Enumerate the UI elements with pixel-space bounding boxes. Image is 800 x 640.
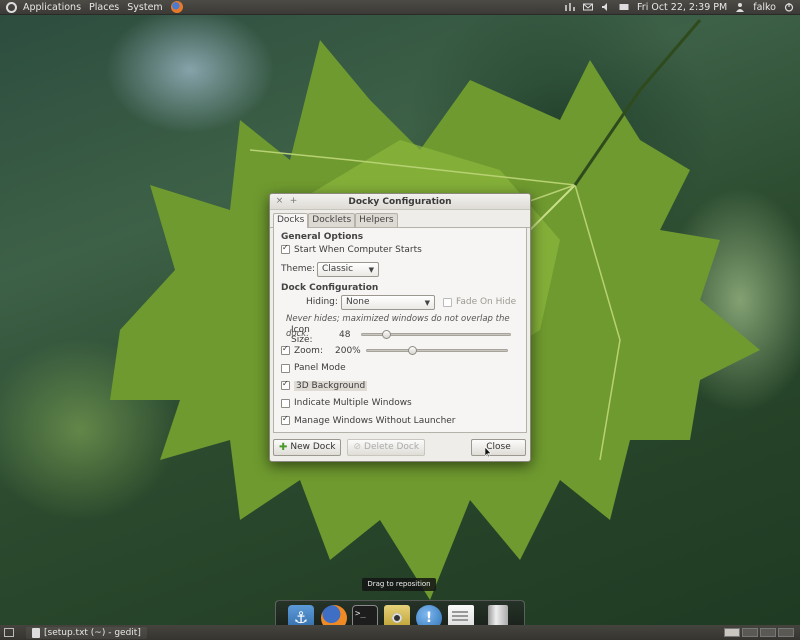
start-checkbox[interactable] [281, 243, 290, 254]
zoom-slider[interactable] [366, 346, 508, 356]
icon-size-value: 48 [339, 329, 351, 340]
hiding-value: None [346, 297, 370, 307]
icon-size-slider-knob[interactable] [382, 330, 392, 339]
start-option-row[interactable]: Start When Computer Starts [281, 243, 519, 256]
workspace-2[interactable] [742, 628, 758, 637]
menu-system[interactable]: System [123, 2, 166, 13]
icon-size-slider[interactable] [361, 330, 511, 339]
zoom-value: 200% [335, 345, 361, 356]
delete-dock-label: Delete Dock [364, 442, 420, 452]
general-options-header: General Options [281, 232, 364, 242]
workspace-4[interactable] [778, 628, 794, 637]
hiding-select[interactable]: None ▼ [341, 294, 435, 310]
top-panel: Applications Places System Fri Oct 22, 2… [0, 0, 800, 15]
menu-applications[interactable]: Applications [19, 2, 85, 13]
delete-dock-button[interactable]: ⊘ Delete Dock [347, 438, 426, 456]
start-label: Start When Computer Starts [294, 244, 422, 255]
indicator-area: Fri Oct 22, 2:39 PM falko [565, 2, 800, 13]
tab-bar: Docks Docklets Helpers [270, 210, 530, 228]
power-icon[interactable] [784, 2, 794, 12]
tab-docks[interactable]: Docks [273, 213, 309, 228]
fade-on-hide-checkbox[interactable] [443, 297, 452, 307]
docks-tab-panel: General Options Start When Computer Star… [273, 228, 527, 433]
network-icon[interactable] [565, 2, 575, 12]
fade-on-hide-label: Fade On Hide [456, 297, 517, 307]
mail-icon[interactable] [583, 2, 594, 12]
dock-option-row[interactable]: Indicate Multiple Windows [281, 395, 519, 413]
dock-option-row[interactable]: Manage Windows Without Launcher [281, 412, 519, 430]
dock-option-label: 3D Background [294, 380, 368, 391]
zoom-checkbox[interactable] [281, 344, 290, 356]
theme-value: Classic [322, 264, 354, 274]
tab-helpers[interactable]: Helpers [355, 213, 398, 227]
firefox-launcher-icon[interactable] [170, 1, 183, 13]
dock-option-row[interactable]: 3D Background [281, 377, 519, 395]
volume-icon[interactable] [601, 2, 611, 12]
mouse-cursor-icon [485, 447, 491, 457]
docky-configuration-dialog: × + Docky Configuration Docks Docklets H… [269, 193, 531, 462]
icon-size-row: Icon Size: 48 [281, 324, 519, 345]
dock-option-label: Panel Mode [294, 363, 346, 374]
tab-docklets[interactable]: Docklets [308, 213, 356, 227]
zoom-label: Zoom: [294, 345, 323, 356]
add-icon: ✚ [279, 441, 288, 453]
show-desktop-icon[interactable] [4, 628, 14, 637]
dock-tooltip: Drag to reposition [362, 578, 436, 591]
chevron-down-icon: ▼ [368, 265, 374, 274]
workspace-1[interactable] [724, 628, 740, 637]
dock-option-label: Manage Windows Without Launcher [294, 415, 456, 426]
dialog-titlebar[interactable]: × + Docky Configuration [270, 194, 530, 210]
close-icon[interactable]: × [275, 197, 284, 206]
clock[interactable]: Fri Oct 22, 2:39 PM [637, 2, 727, 13]
dock-option-checkbox[interactable] [281, 398, 290, 408]
zoom-slider-knob[interactable] [408, 346, 418, 356]
dock-configuration-header: Dock Configuration [281, 283, 379, 293]
workspace-3[interactable] [760, 628, 776, 637]
user-icon[interactable] [735, 2, 745, 12]
dialog-title: Docky Configuration [348, 196, 452, 207]
dock-option-checkbox[interactable] [281, 363, 290, 373]
dock-option-checkbox[interactable] [281, 414, 290, 426]
new-dock-label: New Dock [290, 442, 336, 452]
menu-places[interactable]: Places [85, 2, 123, 13]
theme-row: Theme: Classic ▼ [281, 256, 519, 282]
taskbar-window-button[interactable]: [setup.txt (~) - gedit] [26, 626, 147, 639]
new-dock-button[interactable]: ✚ New Dock [273, 438, 342, 456]
dock-options-list: Panel Mode 3D Background Indicate Multiple… [281, 360, 519, 430]
dock-option-label: Indicate Multiple Windows [294, 398, 412, 409]
zoom-row: Zoom: 200% [281, 342, 519, 360]
hiding-label: Hiding: [306, 297, 338, 307]
close-button[interactable]: Close [471, 438, 526, 456]
workspace-switcher [724, 628, 794, 637]
icon-size-label: Icon Size: [291, 324, 313, 345]
theme-label: Theme: [281, 264, 316, 274]
document-icon [32, 627, 40, 638]
ubuntu-logo-icon[interactable] [6, 1, 17, 13]
mail-indicator-icon[interactable] [619, 2, 629, 12]
dock-option-checkbox[interactable] [281, 379, 290, 391]
chevron-down-icon: ▼ [424, 298, 430, 307]
hiding-row: Hiding: None ▼ Fade On Hide [281, 294, 519, 310]
theme-select[interactable]: Classic ▼ [317, 261, 379, 277]
maximize-icon[interactable]: + [289, 197, 298, 206]
bottom-panel: [setup.txt (~) - gedit] [0, 625, 800, 640]
username[interactable]: falko [753, 2, 776, 13]
dock-option-row[interactable]: Panel Mode [281, 360, 519, 378]
taskbar-window-title: [setup.txt (~) - gedit] [44, 627, 141, 638]
delete-icon: ⊘ [353, 442, 362, 452]
